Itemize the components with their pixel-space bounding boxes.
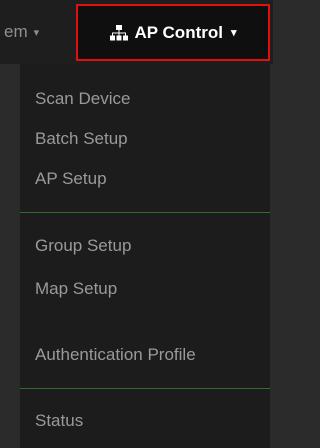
menu-item-map-setup[interactable]: Map Setup xyxy=(20,272,273,306)
nav-item-ap-control-label: AP Control xyxy=(134,22,223,42)
menu-item-label: Scan Device xyxy=(35,89,131,108)
menu-divider xyxy=(20,212,273,213)
page-edge xyxy=(270,64,273,448)
menu-item-label: Batch Setup xyxy=(35,129,128,148)
menu-item-batch-setup[interactable]: Batch Setup xyxy=(20,122,273,156)
menu-divider xyxy=(20,388,273,389)
menu-item-label: Authentication Profile xyxy=(35,345,196,364)
menu-item-label: Status xyxy=(35,411,84,430)
menu-item-scan-device[interactable]: Scan Device xyxy=(20,82,273,116)
menu-item-ap-setup[interactable]: AP Setup xyxy=(20,162,273,196)
top-navbar: em ▾ AP Control ▾ xyxy=(0,0,273,64)
menu-item-authentication-profile[interactable]: Authentication Profile xyxy=(20,338,273,372)
nav-item-ap-control[interactable]: AP Control ▾ xyxy=(76,4,270,61)
nav-item-system-label: em xyxy=(4,22,28,41)
ap-control-dropdown-menu: Scan Device Batch Setup AP Setup Group S… xyxy=(20,64,273,448)
menu-item-status[interactable]: Status xyxy=(20,404,273,438)
sitemap-icon xyxy=(109,24,128,40)
menu-item-label: Map Setup xyxy=(35,279,118,298)
nav-item-system[interactable]: em ▾ xyxy=(0,0,74,64)
chevron-down-icon: ▾ xyxy=(33,26,40,39)
menu-item-label: Group Setup xyxy=(35,236,132,255)
chevron-down-icon: ▾ xyxy=(230,27,237,39)
menu-item-label: AP Setup xyxy=(35,169,107,188)
menu-item-group-setup[interactable]: Group Setup xyxy=(20,229,273,263)
